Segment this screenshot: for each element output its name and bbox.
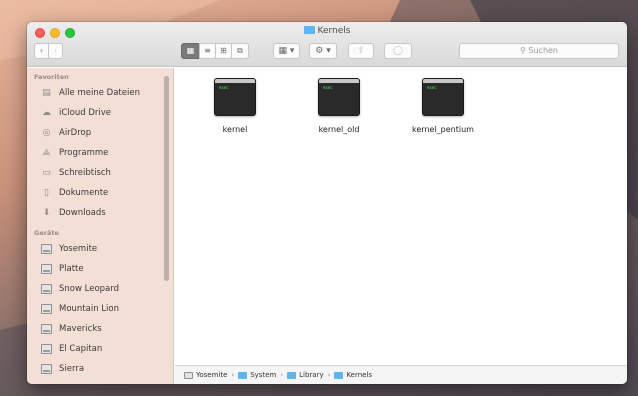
sidebar-item-mavericks[interactable]: Mavericks — [27, 319, 173, 339]
sidebar-item-mountain-lion[interactable]: Mountain Lion — [27, 299, 173, 319]
sidebar-header-devices: Geräte — [34, 229, 59, 237]
sidebar-scrollbar[interactable] — [164, 76, 169, 281]
sidebar-item-el-capitan[interactable]: El Capitan — [27, 339, 173, 359]
sidebar-item-icloud-drive[interactable]: ☁ iCloud Drive — [27, 103, 173, 123]
documents-icon: ▯ — [44, 188, 49, 198]
all-files-icon: ▤ — [42, 88, 51, 98]
path-segment-library[interactable]: Library — [299, 371, 323, 379]
search-field[interactable]: ⚲ Suchen — [459, 43, 619, 59]
hard-drive-icon — [41, 244, 52, 254]
path-bar: Yosemite › System › Library › Kernels — [175, 365, 627, 384]
hard-drive-icon — [41, 264, 52, 274]
hard-drive-icon — [41, 344, 52, 354]
path-segment-system[interactable]: System — [250, 371, 276, 379]
file-area: exec kernel exec kernel_old exec kernel_… — [175, 68, 627, 365]
sidebar-item-downloads[interactable]: ⬇ Downloads — [27, 203, 173, 223]
sidebar-item-dokumente[interactable]: ▯ Dokumente — [27, 183, 173, 203]
hard-drive-icon — [41, 304, 52, 314]
arrange-button[interactable]: ▦ ▾ — [273, 43, 300, 59]
coverflow-view-button[interactable]: ⧉ — [231, 43, 249, 59]
icon-view-button[interactable]: ▦ — [181, 43, 200, 59]
file-item-kernel[interactable]: exec kernel — [193, 78, 277, 134]
executable-icon: exec — [318, 78, 360, 116]
search-icon: ⚲ — [519, 46, 526, 55]
share-button[interactable]: ⇪ — [348, 43, 374, 59]
applications-icon: ⟁ — [42, 148, 51, 158]
file-item-kernel-pentium[interactable]: exec kernel_pentium — [401, 78, 485, 134]
title-bar: Kernels ‹ › ▦ ≡ ⊞ ⧉ ▦ ▾ ⚙ ▾ ⇪ ◯ ⚲ Suchen — [27, 22, 627, 67]
window-title: Kernels — [27, 26, 627, 36]
folder-icon — [287, 371, 297, 379]
desktop-icon: ▭ — [42, 168, 51, 178]
sidebar-item-snow-leopard[interactable]: Snow Leopard — [27, 279, 173, 299]
finder-window: Kernels ‹ › ▦ ≡ ⊞ ⧉ ▦ ▾ ⚙ ▾ ⇪ ◯ ⚲ Suchen… — [27, 22, 627, 384]
column-view-button[interactable]: ⊞ — [215, 43, 232, 59]
cloud-icon: ☁ — [42, 108, 51, 118]
sidebar-item-all-files[interactable]: ▤ Alle meine Dateien — [27, 83, 173, 103]
sidebar: Favoriten ▤ Alle meine Dateien ☁ iCloud … — [27, 68, 174, 384]
folder-icon — [334, 371, 344, 379]
executable-icon: exec — [422, 78, 464, 116]
sidebar-item-schreibtisch[interactable]: ▭ Schreibtisch — [27, 163, 173, 183]
sidebar-item-airdrop[interactable]: ◎ AirDrop — [27, 123, 173, 143]
folder-icon — [303, 26, 315, 34]
path-segment-kernels[interactable]: Kernels — [346, 371, 372, 379]
path-separator: › — [231, 371, 235, 379]
hard-drive-icon — [41, 324, 52, 334]
tag-button[interactable]: ◯ — [384, 43, 412, 59]
forward-button[interactable]: › — [48, 43, 63, 59]
downloads-icon: ⬇ — [42, 208, 51, 218]
list-view-button[interactable]: ≡ — [199, 43, 216, 59]
airdrop-icon: ◎ — [42, 128, 51, 138]
path-segment-yosemite[interactable]: Yosemite — [196, 371, 227, 379]
action-button[interactable]: ⚙ ▾ — [309, 43, 337, 59]
sidebar-item-programme[interactable]: ⟁ Programme — [27, 143, 173, 163]
path-separator: › — [327, 371, 331, 379]
hard-drive-icon — [41, 364, 52, 374]
folder-icon — [238, 371, 248, 379]
sidebar-header-favorites: Favoriten — [34, 73, 69, 81]
navigation-group: ‹ › — [34, 43, 63, 59]
hard-drive-icon — [184, 371, 193, 379]
path-separator: › — [280, 371, 284, 379]
sidebar-item-platte[interactable]: Platte — [27, 259, 173, 279]
back-button[interactable]: ‹ — [34, 43, 49, 59]
view-mode-group: ▦ ≡ ⊞ ⧉ — [181, 43, 249, 59]
sidebar-item-yosemite[interactable]: Yosemite — [27, 239, 173, 259]
file-item-kernel-old[interactable]: exec kernel_old — [297, 78, 381, 134]
executable-icon: exec — [214, 78, 256, 116]
hard-drive-icon — [41, 284, 52, 294]
sidebar-item-sierra[interactable]: Sierra — [27, 359, 173, 379]
